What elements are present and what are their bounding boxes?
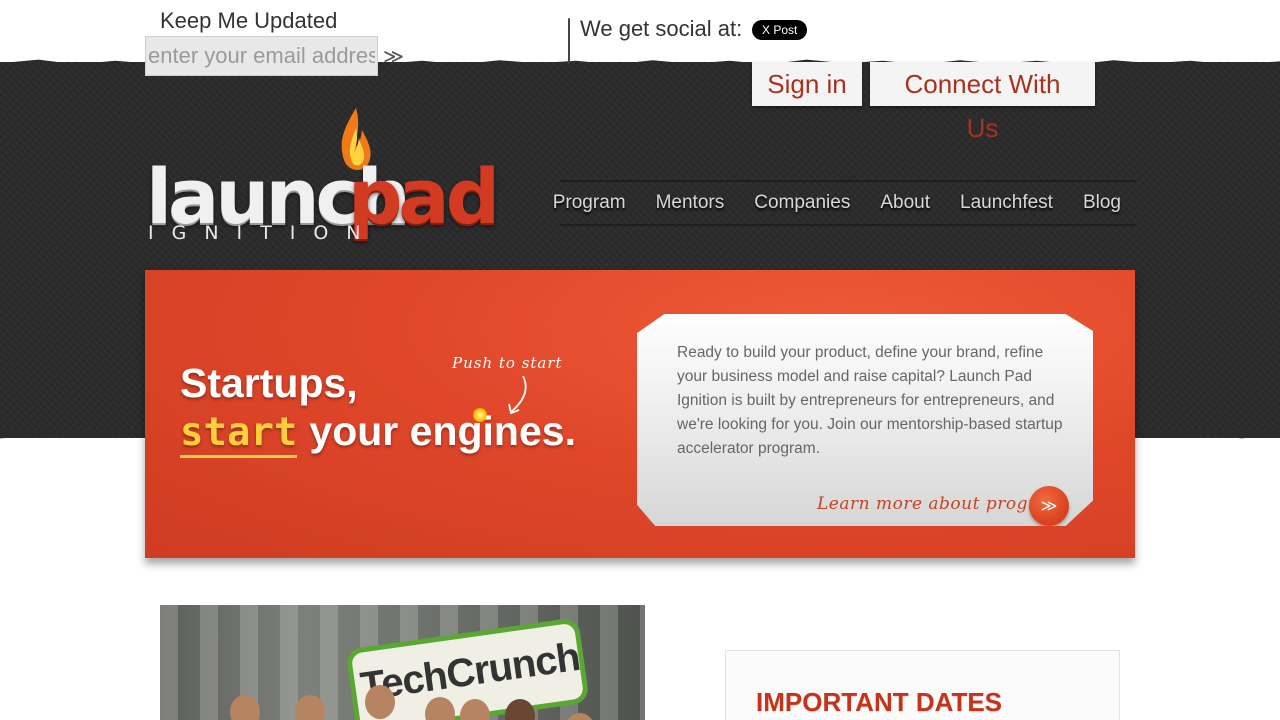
nav-item-program[interactable]: Program <box>553 192 626 214</box>
push-to-start-note: Push to start <box>452 354 563 372</box>
person-head <box>365 685 395 719</box>
x-post-button[interactable]: X Post <box>752 20 808 40</box>
logo-tagline: IGNITION <box>148 222 379 244</box>
nav-item-blog[interactable]: Blog <box>1083 192 1121 214</box>
important-dates-panel: IMPORTANT DATES <box>725 650 1120 720</box>
nav-item-about[interactable]: About <box>880 192 930 214</box>
social-label: We get social at: <box>580 16 743 41</box>
nav-item-companies[interactable]: Companies <box>754 192 850 214</box>
nav-item-mentors[interactable]: Mentors <box>656 192 725 214</box>
connect-with-us-tab[interactable]: Connect With Us <box>870 62 1095 143</box>
start-word: start <box>180 410 298 458</box>
hero-description: Ready to build your product, define your… <box>677 344 1063 457</box>
launchpad-logo[interactable]: launch pad IGNITION <box>146 108 500 248</box>
nav-item-launchfest[interactable]: Launchfest <box>960 192 1053 214</box>
learn-more-arrow-button[interactable]: ≫ <box>1029 486 1069 526</box>
learn-more-link[interactable]: Learn more about program <box>817 494 1064 514</box>
main-nav: Program Mentors Companies About Launchfe… <box>553 180 1136 226</box>
email-field-wrapper <box>145 36 378 76</box>
sign-in-tab[interactable]: Sign in <box>752 62 862 106</box>
curved-arrow-icon <box>508 375 527 415</box>
important-dates-title: IMPORTANT DATES <box>756 687 1003 717</box>
hero-info-card: Ready to build your product, define your… <box>637 314 1093 526</box>
hero-headline-line1: Startups, <box>180 360 358 406</box>
email-submit-button[interactable]: ≫ <box>383 44 404 68</box>
top-divider <box>568 18 570 64</box>
email-input[interactable] <box>146 37 377 75</box>
hero-headline-rest: your engines. <box>309 408 576 454</box>
newsletter-label: Keep Me Updated <box>160 8 338 33</box>
hero-banner: Startups, start your engines. Push to sta… <box>145 270 1135 558</box>
team-photo: TechCrunch <box>160 605 645 720</box>
ignition-spark <box>473 408 487 422</box>
